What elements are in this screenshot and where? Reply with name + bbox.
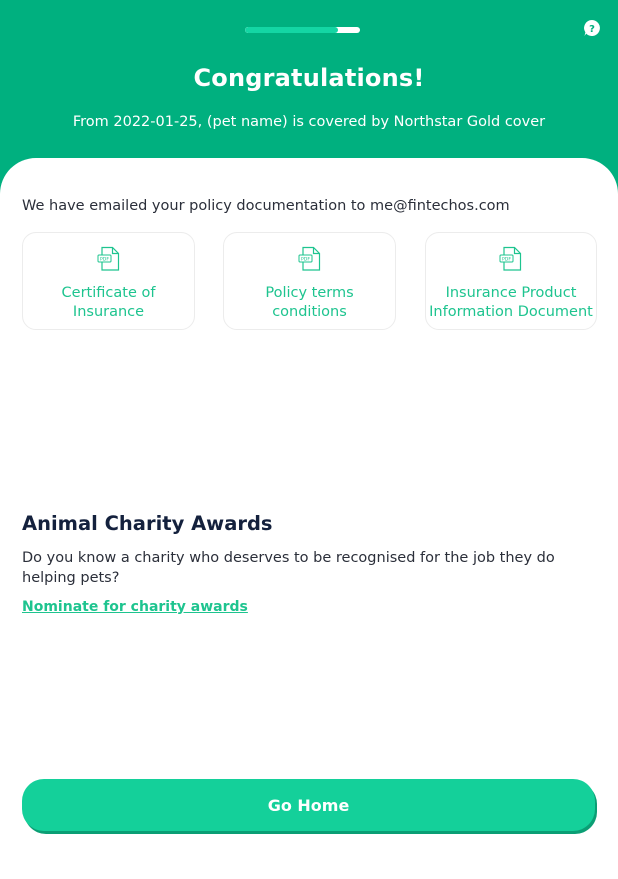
svg-text:?: ? — [589, 24, 595, 35]
pdf-icon: PDF — [499, 246, 522, 271]
emailed-notice: We have emailed your policy documentatio… — [22, 198, 510, 214]
coverage-subtitle: From 2022-01-25, (pet name) is covered b… — [72, 114, 546, 130]
charity-section-text: Do you know a charity who deserves to be… — [22, 550, 555, 586]
document-label: Policy terms conditions — [265, 285, 354, 320]
document-card-certificate[interactable]: PDF Certificate of Insurance — [22, 232, 195, 330]
pdf-icon: PDF — [97, 246, 119, 271]
go-home-button[interactable]: Go Home — [22, 779, 595, 831]
document-card-policy-terms[interactable]: PDF Policy terms conditions — [223, 232, 396, 330]
charity-section-title: Animal Charity Awards — [22, 512, 273, 535]
document-label: Insurance Product Information Document — [429, 285, 593, 320]
progress-bar — [245, 27, 360, 33]
progress-bar-fill — [245, 27, 339, 33]
go-home-label: Go Home — [267, 795, 350, 815]
svg-text:PDF: PDF — [502, 256, 511, 262]
pdf-icon: PDF — [298, 246, 320, 271]
nominate-charity-link[interactable]: Nominate for charity awards — [22, 599, 248, 615]
svg-text:PDF: PDF — [301, 256, 310, 262]
document-label: Certificate of Insurance — [61, 285, 156, 320]
svg-text:PDF: PDF — [100, 256, 109, 262]
help-icon[interactable]: ? — [583, 19, 601, 37]
page-title: Congratulations! — [193, 64, 425, 92]
document-card-product-information[interactable]: PDF Insurance Product Information Docume… — [425, 232, 597, 330]
